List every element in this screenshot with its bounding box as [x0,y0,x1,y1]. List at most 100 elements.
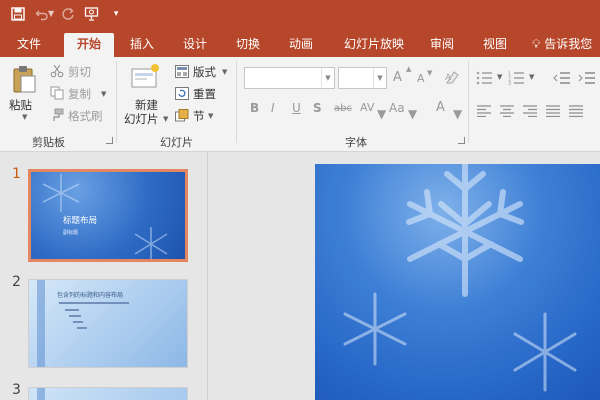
grow-arrow-icon: ▲ [406,65,412,73]
numbering-icon[interactable]: 123 [508,70,528,89]
redo-icon[interactable] [56,3,80,25]
font-color-button[interactable]: A [436,100,445,115]
cut-icon[interactable] [50,63,64,82]
bold-button[interactable]: B [250,101,259,115]
slide-thumbnail-1[interactable]: 标题布局 副标题 [28,169,188,262]
tab-home[interactable]: 开始 [64,33,114,57]
slide-2-bullet [73,321,83,323]
slide-thumbnail-3[interactable] [28,387,188,400]
slide-thumbnail-2[interactable]: 包含列的标题和内容布局 [28,279,188,368]
save-icon[interactable] [6,3,30,25]
tab-insert[interactable]: 插入 [120,33,164,57]
format-painter-icon[interactable] [50,107,64,126]
slide-2-bullet [77,327,87,329]
decrease-indent-icon[interactable] [553,70,571,89]
copy-label: 复制 [68,87,91,101]
copy-icon[interactable] [50,85,64,104]
character-spacing-button[interactable]: AV [360,101,374,114]
chevron-down-icon[interactable]: ▼ [321,68,334,88]
copy-dropdown-icon[interactable]: ▼ [101,90,106,98]
clipboard-group-label: 剪贴板 [32,136,65,149]
layout-icon[interactable] [175,63,189,82]
slide-thumbnail-pane: 1 标题布局 副标题 2 包含列的标题和内容布局 3 [0,152,208,400]
font-launcher-icon[interactable] [458,137,465,144]
numbering-dropdown-icon[interactable]: ▼ [529,73,534,81]
quick-access-toolbar: ▼ ▾ [0,3,128,25]
new-slide-label-2[interactable]: 幻灯片 [124,111,159,127]
reset-icon[interactable] [175,85,189,104]
tab-slide-show[interactable]: 幻灯片放映 [336,33,412,57]
distributed-icon[interactable] [568,102,584,121]
current-slide[interactable] [315,164,600,400]
shrink-font-icon[interactable]: A [417,72,425,85]
group-separator [468,61,469,143]
reset-label[interactable]: 重置 [193,86,216,102]
lightbulb-icon: 💡︎ [532,37,541,51]
align-center-icon[interactable] [499,102,515,121]
clipboard-launcher-icon[interactable] [106,137,113,144]
tab-view[interactable]: 视图 [473,33,517,57]
slide-2-bullet [59,302,129,304]
tell-me-box[interactable]: 💡︎ 告诉我您 [532,35,600,52]
snowflake-background-icon [42,174,168,259]
powerpoint-window: ▼ ▾ 文件 开始 插入 设计 切换 动画 幻灯片放映 审阅 视图 💡︎ 告诉我… [0,0,600,400]
tab-design[interactable]: 设计 [173,33,217,57]
increase-indent-icon[interactable] [578,70,596,89]
ribbon-tabs: 文件 开始 插入 设计 切换 动画 幻灯片放映 审阅 视图 💡︎ 告诉我您 [0,27,600,57]
section-dropdown-icon[interactable]: ▼ [208,112,213,120]
tab-file[interactable]: 文件 [6,33,52,57]
layout-dropdown-icon[interactable]: ▼ [222,68,227,76]
slide-number: 3 [12,382,21,398]
slide-editing-area [209,152,600,400]
cut-label: 剪切 [68,65,91,79]
spacing-dropdown-icon[interactable]: ▼ [377,107,386,121]
new-slide-icon[interactable] [130,63,160,95]
tell-me-text: 告诉我您 [544,37,593,51]
bullets-icon[interactable] [476,70,496,89]
slide-2-sidebar-decoration [37,280,45,367]
italic-button[interactable]: I [271,101,275,115]
slide-2-bullet [69,315,81,317]
paste-label[interactable]: 粘贴 [9,97,32,113]
clear-formatting-icon[interactable]: A [444,69,460,89]
present-from-start-icon[interactable] [80,3,104,25]
undo-dropdown-icon[interactable]: ▼ [48,9,54,18]
underline-button[interactable]: U [292,101,301,115]
justify-icon[interactable] [545,102,561,121]
group-separator [236,61,237,143]
new-slide-dropdown-icon[interactable]: ▼ [163,115,168,123]
layout-label[interactable]: 版式 [193,64,216,80]
font-group-label: 字体 [345,136,367,149]
customize-qat-icon[interactable]: ▾ [104,3,128,25]
case-dropdown-icon[interactable]: ▼ [408,107,417,121]
slide-3-sidebar-decoration [37,388,45,400]
tab-review[interactable]: 审阅 [420,33,464,57]
change-case-button[interactable]: Aa [389,101,405,115]
bullets-dropdown-icon[interactable]: ▼ [497,73,502,81]
group-separator [116,61,117,143]
slides-group-label: 幻灯片 [160,136,193,149]
strikethrough-button[interactable]: abc [334,103,352,114]
align-right-icon[interactable] [522,102,538,121]
font-name-dropdown[interactable]: ▼ [244,67,335,89]
paste-icon[interactable] [12,65,38,99]
tab-transitions[interactable]: 切换 [226,33,270,57]
chevron-down-icon[interactable]: ▼ [373,68,386,88]
slide-number: 2 [12,274,21,290]
slide-1-title: 标题布局 [63,216,98,226]
title-bar: ▼ ▾ [0,0,600,27]
align-left-icon[interactable] [476,102,492,121]
slide-number: 1 [12,166,21,182]
text-shadow-button[interactable]: S [313,101,322,115]
grow-font-icon[interactable]: A [393,70,402,85]
section-icon[interactable] [175,107,189,126]
paste-dropdown-icon[interactable]: ▼ [22,113,27,121]
svg-text:A: A [445,73,452,83]
tab-animations[interactable]: 动画 [279,33,323,57]
font-color-dropdown-icon[interactable]: ▼ [453,107,462,121]
section-label[interactable]: 节 [193,108,205,124]
ribbon-home: 粘贴 ▼ 剪切 复制 ▼ 格式刷 剪贴板 新建 幻灯片 ▼ 版式 ▼ 重置 节 … [0,57,600,152]
font-size-dropdown[interactable]: ▼ [338,67,387,89]
shrink-arrow-icon: ▼ [427,69,433,77]
slide-2-bullet [65,309,79,311]
